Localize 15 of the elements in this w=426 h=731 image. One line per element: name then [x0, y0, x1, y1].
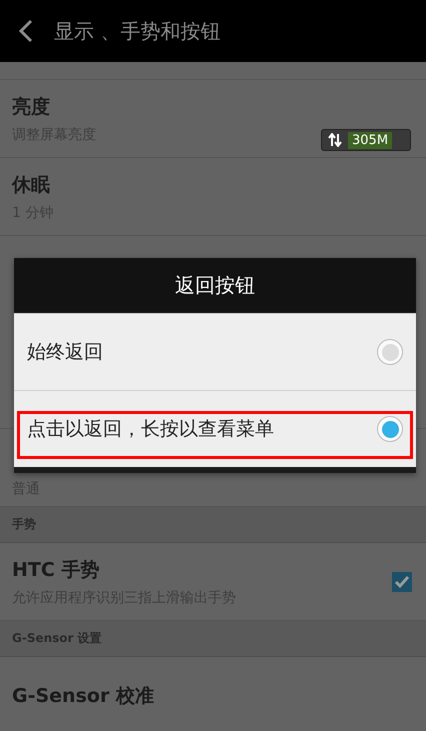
screen-title: 显示 、手势和按钮	[54, 18, 220, 44]
data-reading: 305M	[348, 132, 392, 148]
item-title: 休眠	[12, 172, 50, 198]
radio-option[interactable]: 点击以返回，长按以查看菜单	[14, 390, 416, 467]
radio-option[interactable]: 始终返回	[14, 313, 416, 390]
data-monitor-widget[interactable]: 305M	[321, 129, 411, 151]
radio-button[interactable]	[377, 339, 403, 365]
item-title: 亮度	[12, 94, 50, 120]
checkbox[interactable]	[392, 572, 412, 592]
item-title: HTC 手势	[12, 558, 100, 582]
item-title: G-Sensor 校准	[12, 684, 154, 708]
dialog-title: 返回按钮	[14, 258, 416, 313]
radio-button[interactable]	[377, 416, 403, 442]
back-icon[interactable]	[18, 19, 34, 43]
up-down-arrows-icon	[328, 133, 342, 147]
